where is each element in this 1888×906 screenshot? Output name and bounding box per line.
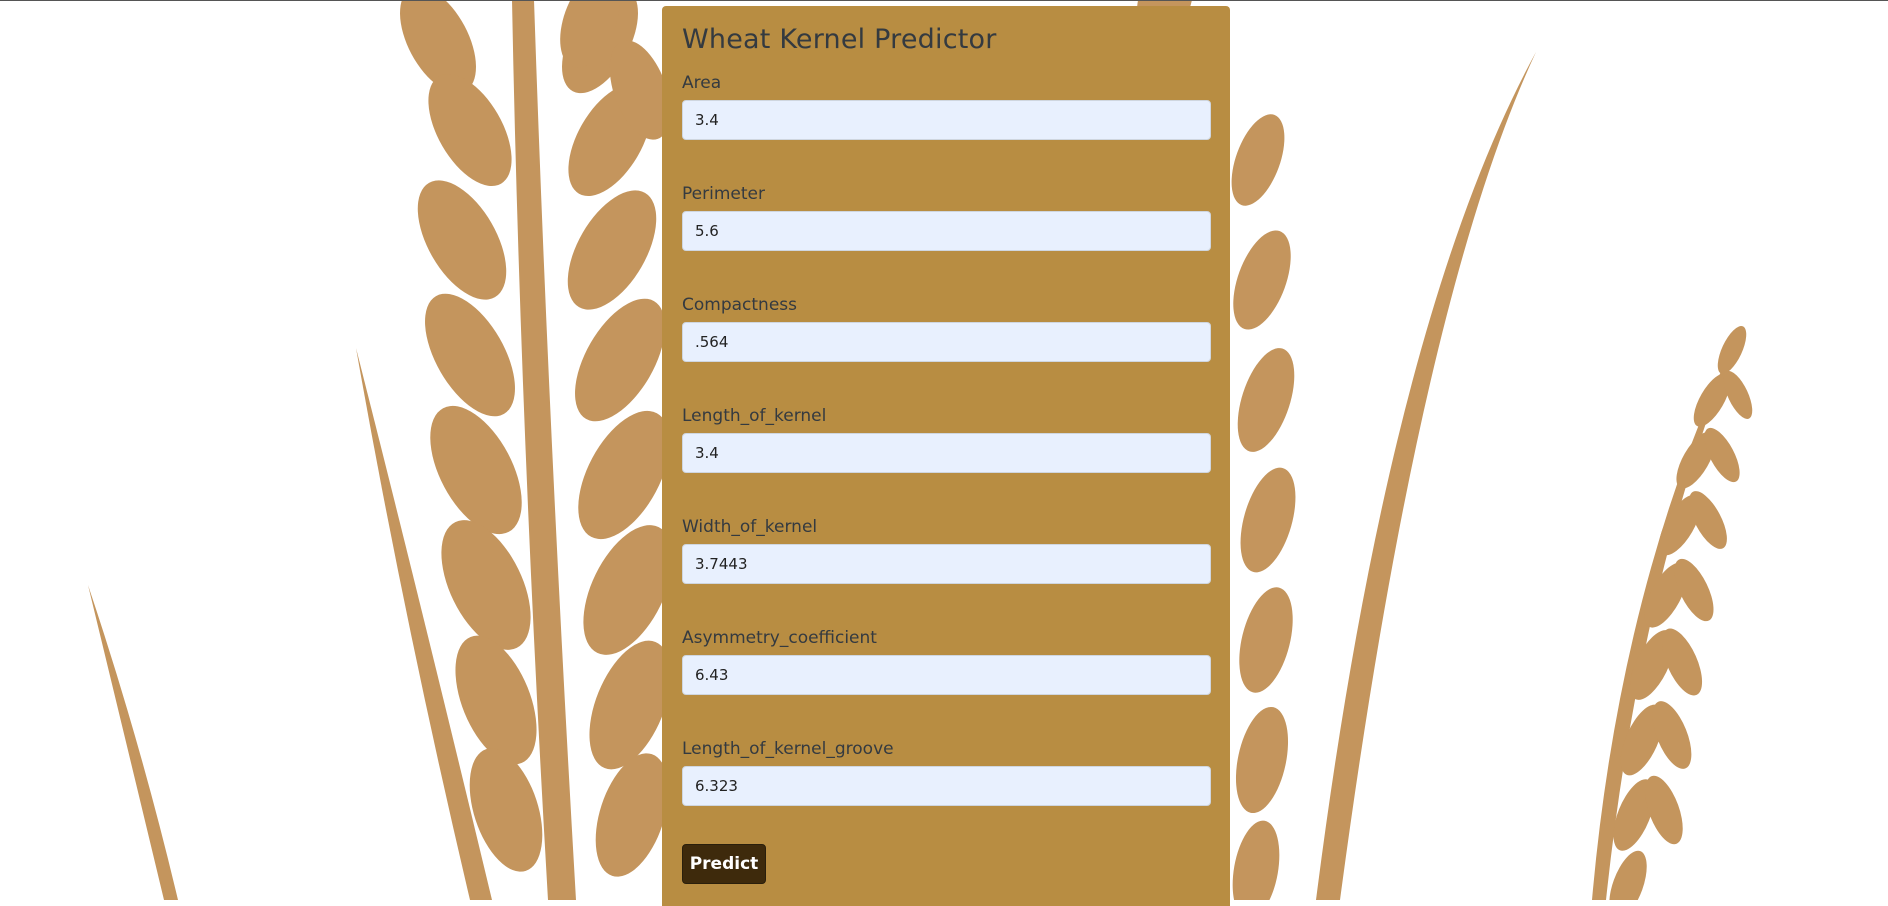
compactness-field-group: Compactness [682,294,1211,362]
asymmetry-coefficient-field-group: Asymmetry_coefficient [682,627,1211,695]
compactness-label: Compactness [682,295,797,315]
length-of-kernel-groove-label: Length_of_kernel_groove [682,739,894,759]
predictor-form-panel: Wheat Kernel Predictor Area Perimeter Co… [662,6,1230,906]
length-of-kernel-groove-input[interactable] [682,766,1211,806]
perimeter-input[interactable] [682,211,1211,251]
asymmetry-coefficient-label: Asymmetry_coefficient [682,628,877,648]
area-label: Area [682,73,722,93]
perimeter-label: Perimeter [682,184,765,204]
area-input[interactable] [682,100,1211,140]
compactness-input[interactable] [682,322,1211,362]
length-of-kernel-field-group: Length_of_kernel [682,405,1211,473]
length-of-kernel-label: Length_of_kernel [682,406,827,426]
predict-button[interactable]: Predict [682,844,766,884]
width-of-kernel-label: Width_of_kernel [682,517,818,537]
asymmetry-coefficient-input[interactable] [682,655,1211,695]
page-title: Wheat Kernel Predictor [682,24,997,55]
length-of-kernel-input[interactable] [682,433,1211,473]
length-of-kernel-groove-field-group: Length_of_kernel_groove [682,738,1211,806]
width-of-kernel-input[interactable] [682,544,1211,584]
window-top-border [0,0,1888,1]
width-of-kernel-field-group: Width_of_kernel [682,516,1211,584]
area-field-group: Area [682,72,1211,140]
perimeter-field-group: Perimeter [682,183,1211,251]
